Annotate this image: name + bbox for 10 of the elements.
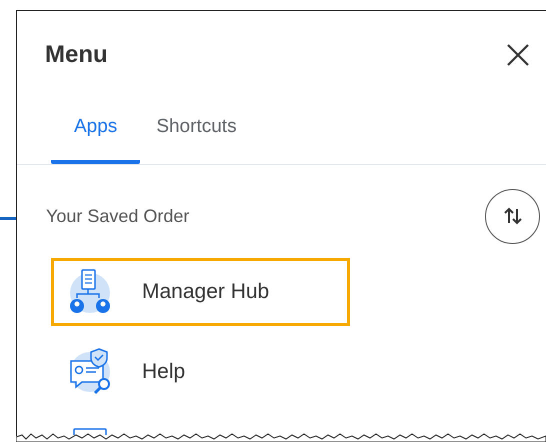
app-item[interactable]: Help: [51, 338, 350, 406]
app-item[interactable]: Manager Hub: [51, 258, 350, 326]
panel-title: Menu: [45, 40, 108, 70]
sort-icon: [502, 205, 524, 227]
tab[interactable]: Shortcuts: [140, 113, 253, 164]
tab[interactable]: Apps: [51, 113, 140, 164]
sort-button[interactable]: [485, 188, 540, 244]
app-label: Help: [142, 358, 186, 385]
section-heading: Your Saved Order: [46, 204, 190, 228]
app-label: Manager Hub: [142, 278, 270, 305]
